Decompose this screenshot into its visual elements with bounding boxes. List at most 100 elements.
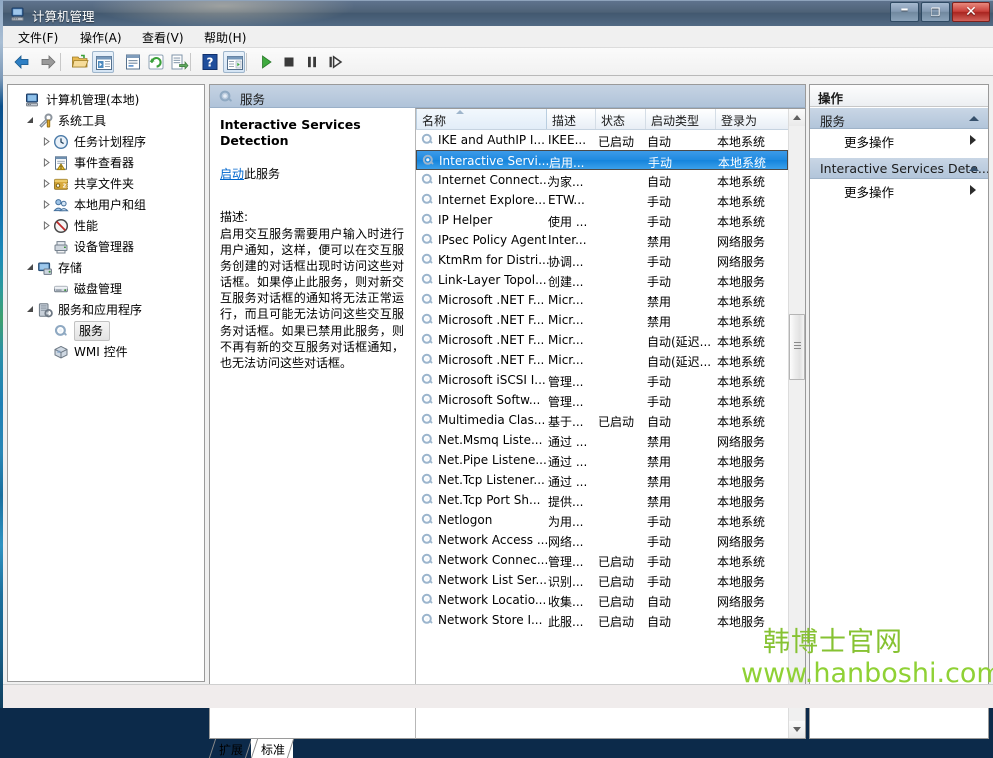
tree-item-11[interactable]: 服务 bbox=[8, 320, 204, 341]
table-row[interactable]: KtmRm for Distri...协调...手动网络服务 bbox=[416, 250, 788, 270]
properties-icon[interactable] bbox=[122, 51, 144, 73]
table-row[interactable]: Network Access ...网络...手动网络服务 bbox=[416, 530, 788, 550]
tab-1[interactable]: 标准 bbox=[251, 739, 293, 758]
action-item-more-actions-1-0[interactable]: 更多操作 bbox=[810, 179, 988, 201]
cell-startup-type: 禁用 bbox=[647, 293, 715, 310]
restart-service-icon[interactable] bbox=[324, 51, 346, 73]
cell-logon-as: 本地系统 bbox=[717, 193, 779, 210]
back-icon[interactable] bbox=[11, 51, 33, 73]
cell-startup-type: 手动 bbox=[647, 253, 715, 270]
table-row[interactable]: Microsoft .NET F...Micr...自动(延迟...本地系统 bbox=[416, 330, 788, 350]
tree-item-2[interactable]: 任务计划程序 bbox=[8, 131, 204, 152]
expanded-triangle-icon[interactable] bbox=[24, 261, 37, 274]
help-icon[interactable]: ? bbox=[199, 51, 221, 73]
pause-service-icon[interactable] bbox=[301, 51, 323, 73]
tree-item-9[interactable]: 磁盘管理 bbox=[8, 278, 204, 299]
tree-item-0[interactable]: 计算机管理(本地) bbox=[8, 89, 204, 110]
action-group-header-0[interactable]: 服务 bbox=[810, 107, 988, 129]
tree-item-10[interactable]: 服务和应用程序 bbox=[8, 299, 204, 320]
collapsed-triangle-icon[interactable] bbox=[40, 177, 53, 190]
action-group-header-1[interactable]: Interactive Services Dete... bbox=[810, 157, 988, 179]
table-row[interactable]: Microsoft iSCSI I...管理...手动本地系统 bbox=[416, 370, 788, 390]
table-row[interactable]: Microsoft .NET F...Micr...禁用本地系统 bbox=[416, 310, 788, 330]
collapsed-triangle-icon[interactable] bbox=[40, 135, 53, 148]
tree-item-12[interactable]: WMI 控件 bbox=[8, 341, 204, 362]
table-row[interactable]: IP Helper使用 ...手动本地系统 bbox=[416, 210, 788, 230]
description-label: 描述: bbox=[220, 208, 404, 225]
collapsed-triangle-icon[interactable] bbox=[40, 198, 53, 211]
service-gear-icon bbox=[420, 332, 435, 347]
column-header-desc[interactable]: 描述 bbox=[547, 109, 596, 129]
show-action-pane-icon[interactable] bbox=[223, 51, 245, 73]
table-row[interactable]: Link-Layer Topol...创建...手动本地服务 bbox=[416, 270, 788, 290]
scroll-up-button[interactable] bbox=[789, 109, 805, 126]
table-row[interactable]: Interactive Servi...启用...手动本地系统 bbox=[416, 150, 788, 170]
table-row[interactable]: Net.Tcp Listener...通过 ...禁用本地服务 bbox=[416, 470, 788, 490]
chevron-up-icon[interactable] bbox=[969, 116, 979, 121]
expanded-triangle-icon[interactable] bbox=[24, 303, 37, 316]
table-row[interactable]: Microsoft .NET F...Micr...禁用本地系统 bbox=[416, 290, 788, 310]
close-glyph: ✕ bbox=[953, 3, 989, 21]
table-row[interactable]: Network Locatio...收集...已启动自动网络服务 bbox=[416, 590, 788, 610]
tree-item-7[interactable]: 设备管理器 bbox=[8, 236, 204, 257]
menu-item-2[interactable]: 查看(V) bbox=[137, 29, 189, 45]
menu-item-0[interactable]: 文件(F) bbox=[13, 29, 63, 45]
column-header-state[interactable]: 状态 bbox=[596, 109, 646, 129]
table-row[interactable]: Multimedia Clas...基于...已启动自动本地系统 bbox=[416, 410, 788, 430]
stop-service-icon[interactable] bbox=[278, 51, 300, 73]
table-row[interactable]: Internet Connect...为家...自动本地系统 bbox=[416, 170, 788, 190]
table-row[interactable]: Internet Explore...ETW...手动本地系统 bbox=[416, 190, 788, 210]
table-row[interactable]: Net.Tcp Port Sh...提供...禁用本地服务 bbox=[416, 490, 788, 510]
cell-name: Net.Msmq Liste... bbox=[438, 433, 550, 447]
tree-item-3[interactable]: 事件查看器 bbox=[8, 152, 204, 173]
services-apps-icon bbox=[37, 302, 55, 318]
minimize-button[interactable]: – bbox=[890, 2, 919, 22]
table-row[interactable]: IPsec Policy AgentInter...禁用网络服务 bbox=[416, 230, 788, 250]
collapsed-triangle-icon[interactable] bbox=[40, 156, 53, 169]
table-row[interactable]: Microsoft .NET F...Micr...自动(延迟...本地系统 bbox=[416, 350, 788, 370]
table-row[interactable]: Network Store I...此服...已启动自动本地服务 bbox=[416, 610, 788, 630]
close-button[interactable]: ✕ bbox=[952, 2, 990, 22]
tree-item-6[interactable]: 性能 bbox=[8, 215, 204, 236]
refresh-icon[interactable] bbox=[145, 51, 167, 73]
scrollbar-thumb[interactable] bbox=[789, 314, 805, 380]
table-row[interactable]: Network Connec...管理...已启动手动本地系统 bbox=[416, 550, 788, 570]
expanded-triangle-icon[interactable] bbox=[24, 114, 37, 127]
menu-item-3[interactable]: 帮助(H) bbox=[199, 29, 251, 45]
menu-item-1[interactable]: 操作(A) bbox=[75, 29, 127, 45]
up-folder-icon[interactable] bbox=[69, 51, 91, 73]
tools-icon bbox=[37, 113, 55, 129]
action-item-more-actions-0-0[interactable]: 更多操作 bbox=[810, 129, 988, 151]
list-vertical-scrollbar[interactable] bbox=[788, 109, 805, 738]
console-tree[interactable]: 计算机管理(本地)系统工具任务计划程序事件查看器23共享文件夹本地用户和组性能设… bbox=[7, 84, 205, 682]
start-service-link[interactable]: 启动 bbox=[220, 167, 244, 181]
chevron-up-icon[interactable] bbox=[969, 166, 979, 171]
maximize-button[interactable]: ❐ bbox=[921, 2, 950, 22]
column-header-logon[interactable]: 登录为 bbox=[716, 109, 790, 129]
show-hide-tree-icon[interactable] bbox=[92, 51, 114, 73]
scroll-down-button[interactable] bbox=[789, 721, 805, 738]
cell-logon-as: 本地系统 bbox=[717, 313, 779, 330]
tree-item-5[interactable]: 本地用户和组 bbox=[8, 194, 204, 215]
table-row[interactable]: Network List Ser...识别...已启动手动本地服务 bbox=[416, 570, 788, 590]
table-row[interactable]: IKE and AuthIP I...IKEE...已启动自动本地系统 bbox=[416, 130, 788, 150]
column-header-name[interactable]: 名称 bbox=[416, 109, 547, 129]
tree-item-1[interactable]: 系统工具 bbox=[8, 110, 204, 131]
tree-item-8[interactable]: 存储 bbox=[8, 257, 204, 278]
cell-startup-type: 自动 bbox=[647, 613, 715, 630]
table-row[interactable]: Net.Pipe Listene...通过 ...禁用本地服务 bbox=[416, 450, 788, 470]
table-row[interactable]: Microsoft Softw...管理...手动本地系统 bbox=[416, 390, 788, 410]
table-row[interactable]: Netlogon为用...手动本地系统 bbox=[416, 510, 788, 530]
export-list-icon[interactable] bbox=[168, 51, 190, 73]
tab-left-edge bbox=[209, 739, 216, 758]
services-list[interactable]: 名称描述状态启动类型登录为 IKE and AuthIP I...IKEE...… bbox=[415, 108, 806, 739]
table-row[interactable]: Net.Msmq Liste...通过 ...禁用网络服务 bbox=[416, 430, 788, 450]
forward-icon[interactable] bbox=[37, 51, 59, 73]
view-tabs[interactable]: 扩展标准 bbox=[209, 739, 409, 758]
tree-item-4[interactable]: 23共享文件夹 bbox=[8, 173, 204, 194]
column-header-start[interactable]: 启动类型 bbox=[646, 109, 716, 129]
list-rows-container[interactable]: IKE and AuthIP I...IKEE...已启动自动本地系统Inter… bbox=[416, 130, 788, 738]
tab-0[interactable]: 扩展 bbox=[209, 739, 251, 758]
start-service-icon[interactable] bbox=[255, 51, 277, 73]
collapsed-triangle-icon[interactable] bbox=[40, 219, 53, 232]
